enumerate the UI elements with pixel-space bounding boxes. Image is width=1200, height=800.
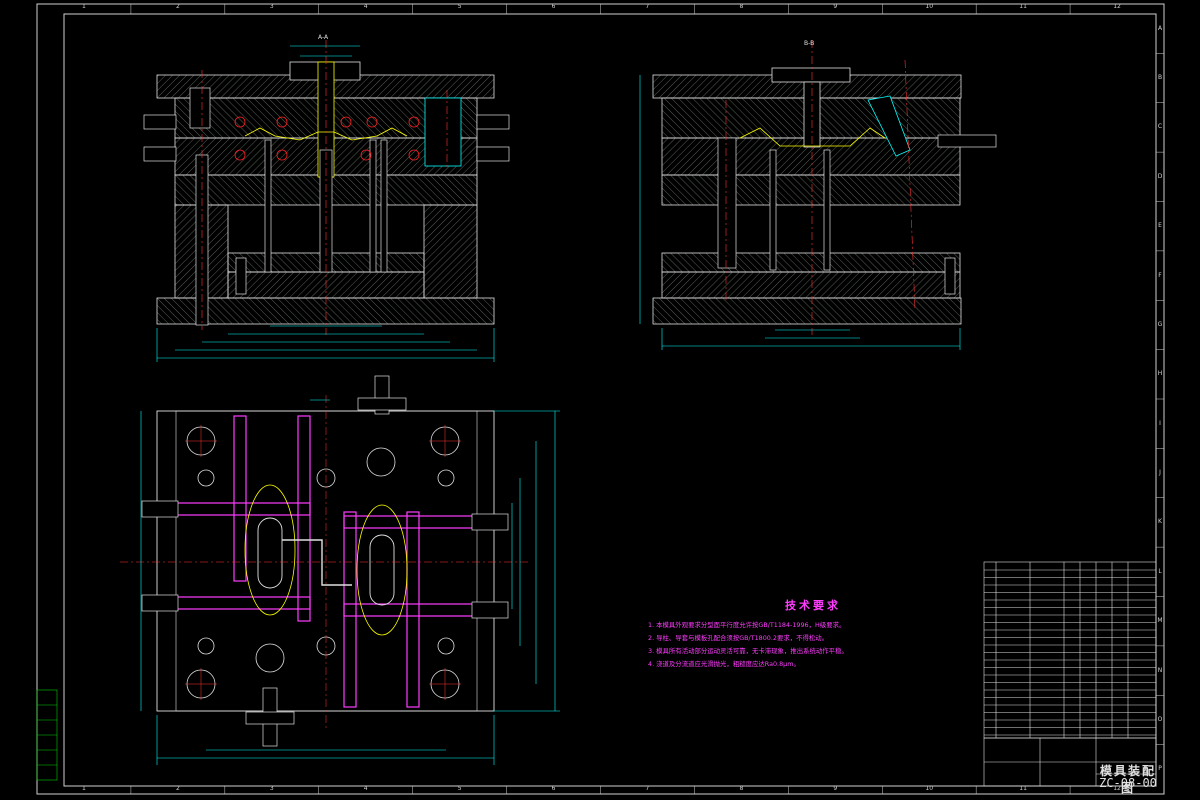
left-stamp-table: [36, 689, 58, 781]
zone-number: 12: [1113, 785, 1121, 792]
zone-number: 8: [739, 3, 744, 10]
zone-number: 4: [363, 3, 368, 10]
drawing-code: ZC-08-00: [1099, 776, 1157, 790]
zone-number: 1: [82, 3, 86, 10]
zone-number: 11: [1019, 3, 1027, 10]
plan-view: [120, 375, 560, 765]
zone-letter: J: [1159, 469, 1161, 477]
zone-number: 4: [363, 785, 368, 792]
zone-number: 11: [1019, 785, 1027, 792]
section-a-label: A-A: [318, 34, 329, 41]
zone-letter: G: [1157, 320, 1163, 328]
zone-letter: C: [1157, 123, 1163, 131]
zone-letter: I: [1159, 419, 1161, 427]
zone-letter: H: [1157, 370, 1163, 378]
zone-letter: P: [1158, 765, 1162, 773]
zone-number: 1: [82, 785, 86, 792]
zone-number: 12: [1113, 3, 1121, 10]
zone-number: 5: [457, 3, 462, 10]
zone-number: 8: [739, 785, 744, 792]
technical-requirements-title: 技术要求: [785, 599, 841, 612]
mold-assembly-drawing: [36, 3, 1165, 795]
section-view-b-b: [639, 40, 997, 350]
zone-letter: F: [1158, 271, 1162, 279]
zone-number: 9: [833, 3, 838, 10]
requirement-item: 2. 导柱、导套与模板孔配合须按GB/T1800.2要求，不得松动。: [648, 634, 829, 642]
zone-number: 2: [175, 3, 180, 10]
zone-letter: N: [1157, 666, 1163, 674]
zone-letter: A: [1157, 24, 1163, 32]
zone-letter: E: [1158, 222, 1162, 230]
requirement-item: 3. 模具所有活动部分运动灵活可靠，无卡滞现象，推出系统动作平稳。: [648, 647, 848, 655]
zone-number: 7: [645, 785, 650, 792]
technical-requirements: 技术要求 1. 本模具外观要求分型面平行度允许按GB/T1184-1996，H级…: [648, 597, 978, 671]
zone-letter: L: [1158, 567, 1162, 575]
zone-number: 6: [551, 3, 556, 10]
zone-number: 2: [175, 785, 180, 792]
drawing-title: 模具装配图: [1099, 764, 1156, 795]
zone-letter: B: [1157, 74, 1163, 82]
zone-letter: O: [1157, 715, 1163, 723]
zone-number: 3: [269, 785, 274, 792]
zone-number: 6: [551, 785, 556, 792]
zone-number: 10: [925, 3, 934, 10]
section-view-a-a: [143, 40, 510, 362]
requirement-item: 1. 本模具外观要求分型面平行度允许按GB/T1184-1996，H级要求。: [648, 621, 846, 629]
zone-number: 9: [833, 785, 838, 792]
zone-number: 10: [925, 785, 934, 792]
zone-number: 3: [269, 3, 274, 10]
zone-letter: M: [1157, 617, 1163, 625]
zone-number: 5: [457, 785, 462, 792]
zone-letter: D: [1157, 172, 1163, 180]
section-b-label: B-B: [804, 40, 815, 47]
zone-letter: K: [1158, 518, 1162, 526]
requirement-item: 4. 浇道及分流道应光滑抛光，粗糙度应达Ra0.8μm。: [648, 660, 800, 668]
parts-list: [983, 561, 1157, 739]
zone-number: 7: [645, 3, 650, 10]
